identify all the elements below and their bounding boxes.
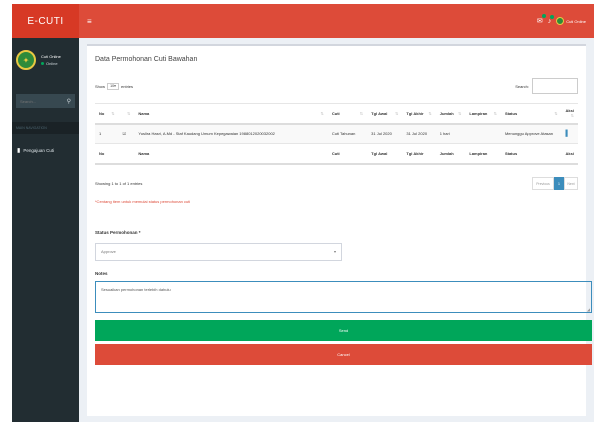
foot-aksi: Aksi — [561, 143, 578, 165]
topbar-right: ✉ ♪ Cuti Online — [537, 14, 586, 25]
cell-cuti: Cuti Tahunan — [327, 123, 368, 144]
top-bar: ≡ ✉ ♪ Cuti Online — [79, 4, 594, 38]
foot-cuti: Cuti — [327, 143, 368, 165]
foot-lampiran: Lampiran — [465, 143, 501, 165]
datatable-footer: Showing 1 to 1 of 1 entries Previous 1 N… — [95, 177, 578, 191]
resize-handle-icon[interactable]: ◢ — [587, 307, 590, 312]
pagination-previous[interactable]: Previous — [532, 177, 554, 190]
status-label: Status Permohonan * — [95, 229, 141, 235]
table-row: 1 ☑ Yuslira Hasri, A.Md - Staf Kaudang U… — [95, 123, 578, 144]
col-tgl-akhir[interactable]: Tgl Akhir ⇅ — [402, 103, 436, 125]
notes-value: Sesuaikan permohonan terlebih dahulu — [101, 286, 171, 292]
chevron-down-icon: ▾ — [333, 249, 336, 254]
cell-jumlah: 1 hari — [435, 123, 466, 144]
user-avatar — [556, 17, 565, 25]
row-checkbox[interactable]: ☑ — [118, 123, 135, 144]
col-no[interactable]: No ⇅ — [95, 103, 119, 125]
cell-tgl-awal: 31 Jul 2020 — [367, 123, 403, 144]
sidebar-header: MAIN NAVIGATION — [12, 122, 79, 134]
cancel-button[interactable]: Cancel — [95, 343, 592, 365]
status-select-value: Approve — [101, 249, 116, 254]
main-content: Data Permohonan Cuti Bawahan Show 10 ▾ en… — [79, 38, 594, 422]
search-icon[interactable]: ⚲ — [67, 98, 71, 105]
foot-status: Status — [500, 143, 562, 165]
user-status: Online — [41, 60, 61, 67]
cell-no: 1 — [95, 123, 119, 144]
avatar: ✦ — [16, 50, 36, 70]
datatable-controls: Show 10 ▾ entries Search: — [95, 77, 578, 95]
bell-badge — [550, 14, 555, 19]
cell-aksi: ▌ — [561, 123, 578, 144]
foot-check — [118, 143, 135, 165]
col-nama[interactable]: Nama ⇅ — [134, 103, 328, 125]
entries-label: entries — [121, 83, 134, 89]
status-select[interactable]: Approve ▾ — [95, 242, 342, 261]
table-footer-row: No Nama Cuti Tgl Awal Tgl Akhir Jumlah L… — [95, 143, 578, 165]
sidebar-search: ⚲ — [16, 94, 75, 108]
content-box: Data Permohonan Cuti Bawahan Show 10 ▾ en… — [87, 44, 592, 416]
file-icon[interactable]: ▌ — [566, 131, 570, 137]
col-check[interactable]: ⇅ — [118, 103, 135, 125]
entries-select[interactable]: 10 ▾ — [107, 82, 120, 90]
cell-lampiran — [465, 123, 501, 144]
search-input[interactable] — [532, 78, 578, 94]
search-label: Search: — [515, 83, 529, 89]
foot-no: No — [95, 143, 119, 165]
pagination: Previous 1 Next — [532, 177, 578, 190]
data-table: No ⇅ ⇅ Nama ⇅ Cuti ⇅ Tgl Awal ⇅ Tgl Akhir ⇅ J… — [95, 103, 578, 165]
foot-tgl-akhir: Tgl Akhir — [402, 143, 436, 165]
entries-length: Show 10 ▾ entries — [95, 82, 134, 90]
send-button[interactable]: Send — [95, 319, 592, 341]
col-lampiran[interactable]: Lampiran ⇅ — [465, 103, 501, 125]
user-panel: ✦ Cuti Online Online — [12, 38, 79, 82]
user-status-label: Online — [46, 61, 58, 66]
notification-badge — [541, 14, 546, 18]
col-tgl-awal[interactable]: Tgl Awal ⇅ — [367, 103, 403, 125]
online-dot-icon — [41, 62, 44, 65]
datatable-info: Showing 1 to 1 of 1 entries — [95, 181, 143, 186]
checkbox-icon[interactable]: ☑ — [123, 131, 127, 136]
app-logo[interactable]: E-CUTI — [12, 4, 79, 38]
app-window: E-CUTI ✦ Cuti Online Online ⚲ MAIN NAVIG… — [12, 4, 594, 422]
sidebar-search-input[interactable] — [20, 98, 60, 104]
bell-icon[interactable]: ♪ — [548, 14, 555, 25]
foot-nama: Nama — [134, 143, 328, 165]
col-cuti[interactable]: Cuti ⇅ — [327, 103, 368, 125]
user-name: Cuti Online — [41, 54, 61, 59]
cell-nama: Yuslira Hasri, A.Md - Staf Kaudang Umum … — [134, 123, 328, 144]
foot-tgl-awal: Tgl Awal — [367, 143, 403, 165]
cell-tgl-akhir: 31 Jul 2020 — [402, 123, 436, 144]
table-header-row: No ⇅ ⇅ Nama ⇅ Cuti ⇅ Tgl Awal ⇅ Tgl Akhir ⇅ J… — [95, 103, 578, 125]
show-label: Show — [95, 83, 106, 89]
sidebar: E-CUTI ✦ Cuti Online Online ⚲ MAIN NAVIG… — [12, 4, 79, 422]
col-jumlah[interactable]: Jumlah ⇅ — [435, 103, 466, 125]
pagination-page-1[interactable]: 1 — [554, 177, 564, 190]
sidebar-item-label: Pengajuan Cuti — [23, 147, 55, 153]
foot-jumlah: Jumlah — [435, 143, 466, 165]
notification-icon[interactable]: ✉ — [537, 14, 546, 25]
col-aksi[interactable]: Aksi ⇅ — [561, 103, 578, 125]
entries-value: 10 — [110, 84, 115, 88]
pagination-next[interactable]: Next — [564, 177, 578, 190]
datatable-search: Search: — [515, 78, 578, 94]
document-icon: ▮ — [17, 147, 21, 154]
topbar-user-name: Cuti Online — [566, 18, 586, 24]
notes-label: Notes — [95, 270, 108, 276]
col-status[interactable]: Status ⇅ — [500, 103, 562, 125]
user-info: Cuti Online Online — [41, 53, 61, 67]
menu-toggle-icon[interactable]: ≡ — [87, 17, 92, 26]
instruction-note: *Centang item untuk memulai status permo… — [95, 198, 191, 204]
notes-textarea[interactable]: Sesuaikan permohonan terlebih dahulu ◢ — [95, 280, 592, 313]
sidebar-item-pengajuan-cuti[interactable]: ▮ Pengajuan Cuti — [12, 144, 79, 156]
cell-status: Menunggu Approve Atasan — [500, 123, 562, 144]
user-menu[interactable]: Cuti Online — [556, 17, 586, 25]
page-title: Data Permohonan Cuti Bawahan — [95, 56, 198, 63]
